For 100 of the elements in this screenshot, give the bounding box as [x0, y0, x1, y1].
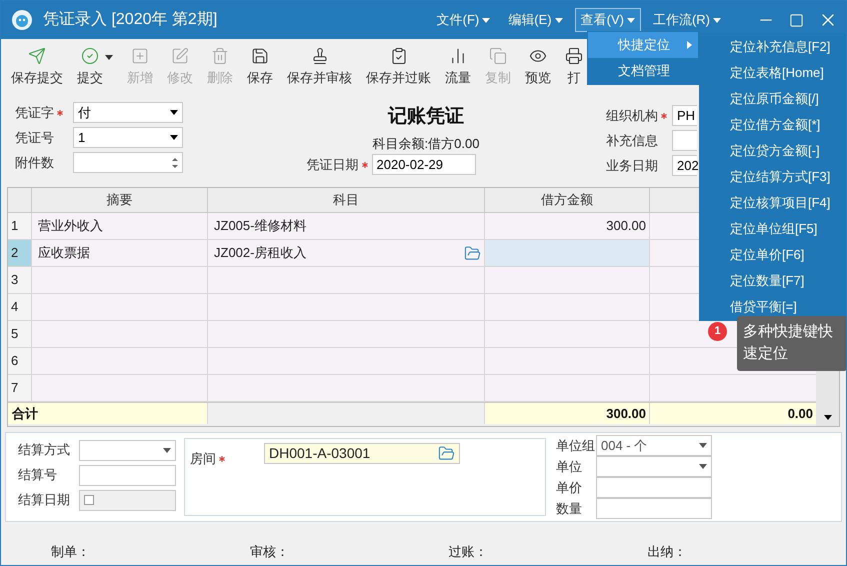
input-field[interactable]: [672, 130, 697, 151]
stamp-icon: [310, 46, 328, 64]
caret-icon: [699, 443, 707, 448]
input-field[interactable]: [596, 477, 712, 498]
copy-icon: [489, 46, 507, 64]
caret-icon: [170, 135, 178, 140]
caret-icon: [626, 18, 635, 22]
menu-option[interactable]: 定位结算方式[F3]: [699, 164, 846, 190]
menu-item[interactable]: 文件(F): [430, 8, 496, 32]
field-label: 单位: [556, 458, 583, 476]
field-label: 单位组: [556, 436, 596, 455]
table-cell-text: JZ002-房租收入: [214, 244, 306, 262]
field-label: 补充信息: [606, 132, 658, 150]
caret-icon: [482, 18, 490, 22]
column-header[interactable]: 科目: [208, 188, 485, 212]
toolbar-button[interactable]: 保存并审核: [283, 46, 356, 87]
menu-item[interactable]: 编辑(E): [502, 8, 569, 32]
column-header[interactable]: 借方金额: [485, 188, 650, 212]
menu-item[interactable]: 查看(V): [574, 8, 641, 32]
table-cell-text: 300.00: [606, 217, 646, 236]
table-cell: 营业外收入: [38, 218, 103, 233]
dropdown-field[interactable]: [596, 456, 712, 477]
field-label: 凭证字: [15, 104, 54, 122]
menu-option[interactable]: 定位贷方金额[-]: [699, 138, 846, 164]
edit-icon: [171, 46, 189, 64]
dropdown-field[interactable]: [79, 440, 176, 460]
maximize-icon[interactable]: [789, 12, 804, 28]
caret-icon: [699, 464, 707, 469]
input-field[interactable]: [596, 498, 712, 519]
input-field[interactable]: 202: [672, 155, 697, 176]
menu-item[interactable]: 工作流(R): [646, 8, 727, 32]
menu-option[interactable]: 定位表格[Home]: [699, 60, 846, 86]
table-cell-text: JZ005-维修材料: [214, 217, 306, 236]
trash-icon: [211, 46, 229, 64]
menu-option[interactable]: 定位单位组[F5]: [699, 216, 846, 242]
toolbar-button[interactable]: 打: [561, 46, 587, 87]
menu-option[interactable]: 定位借方金额[*]: [699, 112, 846, 138]
toolbar-button[interactable]: 保存: [243, 46, 277, 87]
field-label: 结算号: [18, 466, 58, 484]
signature-label: 制单：: [51, 543, 91, 561]
bar-chart-icon: [449, 46, 467, 64]
toolbar-button[interactable]: 流量: [441, 46, 475, 87]
paper-plane-icon: [28, 46, 46, 64]
date-field[interactable]: 2020-02-29: [372, 154, 476, 175]
table-cell[interactable]: [485, 240, 650, 266]
caret-icon: [170, 110, 178, 115]
field-label: 附件数: [15, 154, 54, 172]
row-number[interactable]: 2: [8, 240, 32, 266]
date-field[interactable]: [79, 490, 176, 510]
input-field[interactable]: DH001-A-03001: [264, 443, 460, 464]
row-number[interactable]: 4: [8, 294, 32, 320]
window-title: 凭证录入 [2020年 第2期]: [43, 10, 218, 30]
menu-option[interactable]: 定位补充信息[F2]: [699, 34, 846, 60]
field-label: 凭证日期: [306, 156, 358, 174]
checkbox[interactable]: [84, 495, 94, 505]
column-header[interactable]: 摘要: [32, 188, 208, 212]
voucher-title: 记账凭证: [388, 105, 464, 129]
printer-icon: [565, 46, 583, 64]
field-label: 组织机构: [606, 106, 658, 125]
plus-square-icon: [131, 46, 149, 64]
input-field[interactable]: PH: [672, 105, 697, 126]
total-credit: 0.00: [788, 404, 813, 423]
balance-text: 科目余额:借方0.00: [372, 134, 480, 152]
toolbar-button[interactable]: 保存提交: [7, 46, 67, 87]
input-field[interactable]: [79, 464, 176, 486]
toolbar-button[interactable]: 预览: [521, 46, 555, 87]
save-icon: [251, 46, 269, 64]
menu-option[interactable]: 定位单价[F6]: [699, 242, 846, 268]
field-label: 房间: [190, 450, 216, 468]
caret-icon: [554, 18, 563, 22]
menu-option[interactable]: 定位数量[F7]: [699, 268, 846, 294]
dropdown-field[interactable]: 1: [73, 127, 183, 148]
clipboard-check-icon: [390, 46, 408, 64]
field-label: 业务日期: [606, 156, 658, 175]
menu-option[interactable]: 定位核算项目[F4]: [699, 190, 846, 216]
field-label: 凭证号: [15, 128, 54, 147]
app-logo-icon: [11, 9, 33, 31]
menu-option[interactable]: 定位原币金额[/]: [699, 86, 846, 112]
folder-icon[interactable]: [464, 244, 481, 262]
toolbar-button[interactable]: 提交: [73, 46, 117, 87]
check-circle-icon: [81, 46, 99, 64]
toolbar-button[interactable]: 保存并过账: [362, 46, 435, 87]
total-label: 合计: [12, 404, 38, 423]
table-cell: 应收票据: [38, 245, 90, 260]
signature-label: 出纳：: [647, 543, 688, 561]
spinner-icon[interactable]: [171, 156, 179, 170]
caret-icon: [163, 448, 171, 452]
scroll-down-icon: [824, 415, 832, 420]
field-label: 数量: [556, 500, 583, 518]
tooltip: 多种快捷键快速定位: [737, 316, 846, 371]
signature-label: 过账：: [448, 543, 488, 561]
folder-icon[interactable]: [438, 445, 455, 462]
menu-option[interactable]: 文档管理: [588, 58, 698, 84]
field-label: 结算日期: [18, 491, 71, 510]
caret-icon: [713, 18, 721, 22]
field-label: 结算方式: [18, 441, 71, 460]
dropdown-field[interactable]: 付: [73, 102, 183, 123]
number-field[interactable]: [73, 152, 183, 173]
total-debit: 300.00: [606, 404, 646, 423]
dropdown-field[interactable]: 004 - 个: [596, 435, 712, 456]
